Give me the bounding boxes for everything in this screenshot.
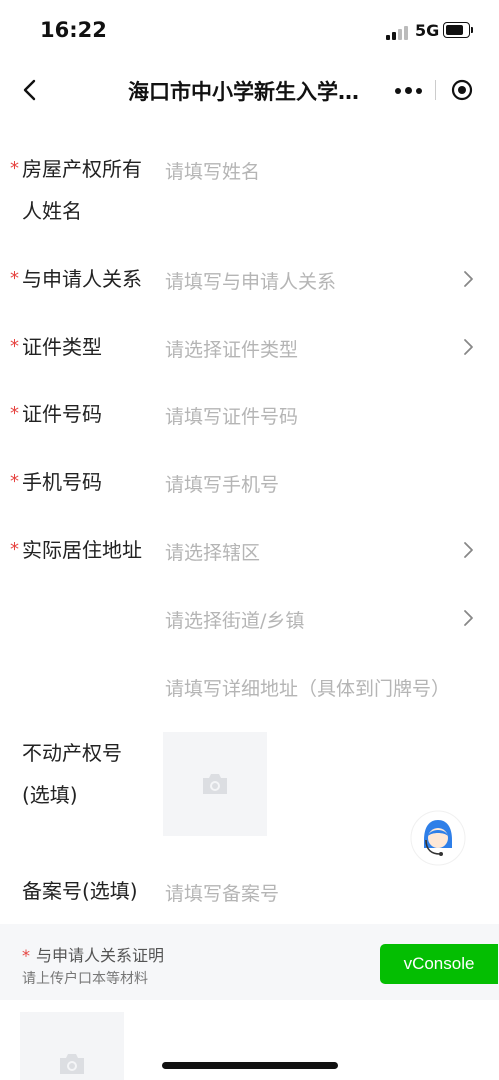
chevron-right-icon	[464, 610, 473, 626]
property-cert-label-line1: 不动产权号	[22, 741, 122, 765]
customer-service-icon[interactable]	[410, 810, 466, 866]
camera-icon	[203, 774, 227, 794]
district-select[interactable]: 请选择辖区	[165, 538, 260, 565]
proof-section-title: * 与申请人关系证明	[22, 942, 164, 966]
camera-icon	[60, 1054, 84, 1074]
phone-input[interactable]: 请填写手机号	[165, 470, 279, 497]
id-type-row[interactable]: * 证件类型 请选择证件类型	[0, 326, 499, 368]
id-type-select[interactable]: 请选择证件类型	[165, 335, 298, 362]
close-miniprogram-icon[interactable]	[451, 79, 473, 101]
address-label: 实际居住地址	[22, 538, 142, 562]
capsule-divider	[435, 80, 436, 100]
battery-icon	[443, 22, 473, 38]
required-mark: *	[22, 946, 30, 965]
required-mark: *	[10, 158, 19, 179]
id-number-input[interactable]: 请填写证件号码	[165, 402, 298, 429]
id-type-label: 证件类型	[22, 335, 102, 359]
required-mark: *	[10, 268, 19, 289]
chevron-right-icon	[464, 339, 473, 355]
home-indicator	[162, 1062, 338, 1069]
relation-input[interactable]: 请填写与申请人关系	[165, 267, 336, 294]
required-mark: *	[10, 336, 19, 357]
phone-row: * 手机号码 请填写手机号	[0, 461, 499, 503]
mini-program-capsule	[388, 74, 484, 106]
proof-upload[interactable]	[20, 1012, 124, 1080]
id-number-label: 证件号码	[22, 402, 102, 426]
record-number-label: 备案号(选填)	[22, 879, 138, 903]
required-mark: *	[10, 539, 19, 560]
owner-name-label-line2: 人姓名	[22, 199, 82, 223]
owner-name-input[interactable]: 请填写姓名	[165, 157, 260, 184]
required-mark: *	[10, 471, 19, 492]
vconsole-button[interactable]: vConsole	[380, 944, 498, 984]
id-number-row: * 证件号码 请填写证件号码	[0, 393, 499, 435]
chevron-right-icon	[464, 542, 473, 558]
relation-row[interactable]: * 与申请人关系 请填写与申请人关系	[0, 258, 499, 300]
detail-address-input[interactable]: 请填写详细地址（具体到门牌号）	[165, 674, 450, 701]
nav-bar: 海口市中小学新生入学…	[0, 62, 499, 118]
record-number-input[interactable]: 请填写备案号	[165, 879, 279, 906]
status-time: 16:22	[40, 18, 107, 42]
address-row: * 实际居住地址 请选择辖区 请选择街道/乡镇 请填写详细地址（具体到门牌号）	[0, 529, 499, 701]
required-mark: *	[10, 403, 19, 424]
page-title: 海口市中小学新生入学…	[128, 80, 359, 104]
property-cert-label-line2: (选填)	[22, 783, 78, 807]
chevron-right-icon	[464, 271, 473, 287]
relation-label: 与申请人关系	[22, 267, 142, 291]
street-select[interactable]: 请选择街道/乡镇	[165, 606, 304, 633]
network-label: 5G	[415, 21, 440, 40]
record-number-row: 备案号(选填) 请填写备案号	[0, 870, 499, 912]
status-bar: 16:22 5G	[0, 0, 499, 62]
proof-section-subtitle: 请上传户口本等材料	[22, 971, 148, 987]
property-cert-upload[interactable]	[163, 732, 267, 836]
owner-name-row: * 房屋产权所有 人姓名 请填写姓名	[0, 148, 499, 238]
back-icon[interactable]	[18, 74, 44, 106]
more-icon[interactable]	[388, 74, 432, 106]
phone-label: 手机号码	[22, 470, 102, 494]
proof-section-title-text: 与申请人关系证明	[36, 946, 165, 965]
signal-icon	[386, 24, 410, 40]
owner-name-label-line1: 房屋产权所有	[22, 157, 142, 181]
